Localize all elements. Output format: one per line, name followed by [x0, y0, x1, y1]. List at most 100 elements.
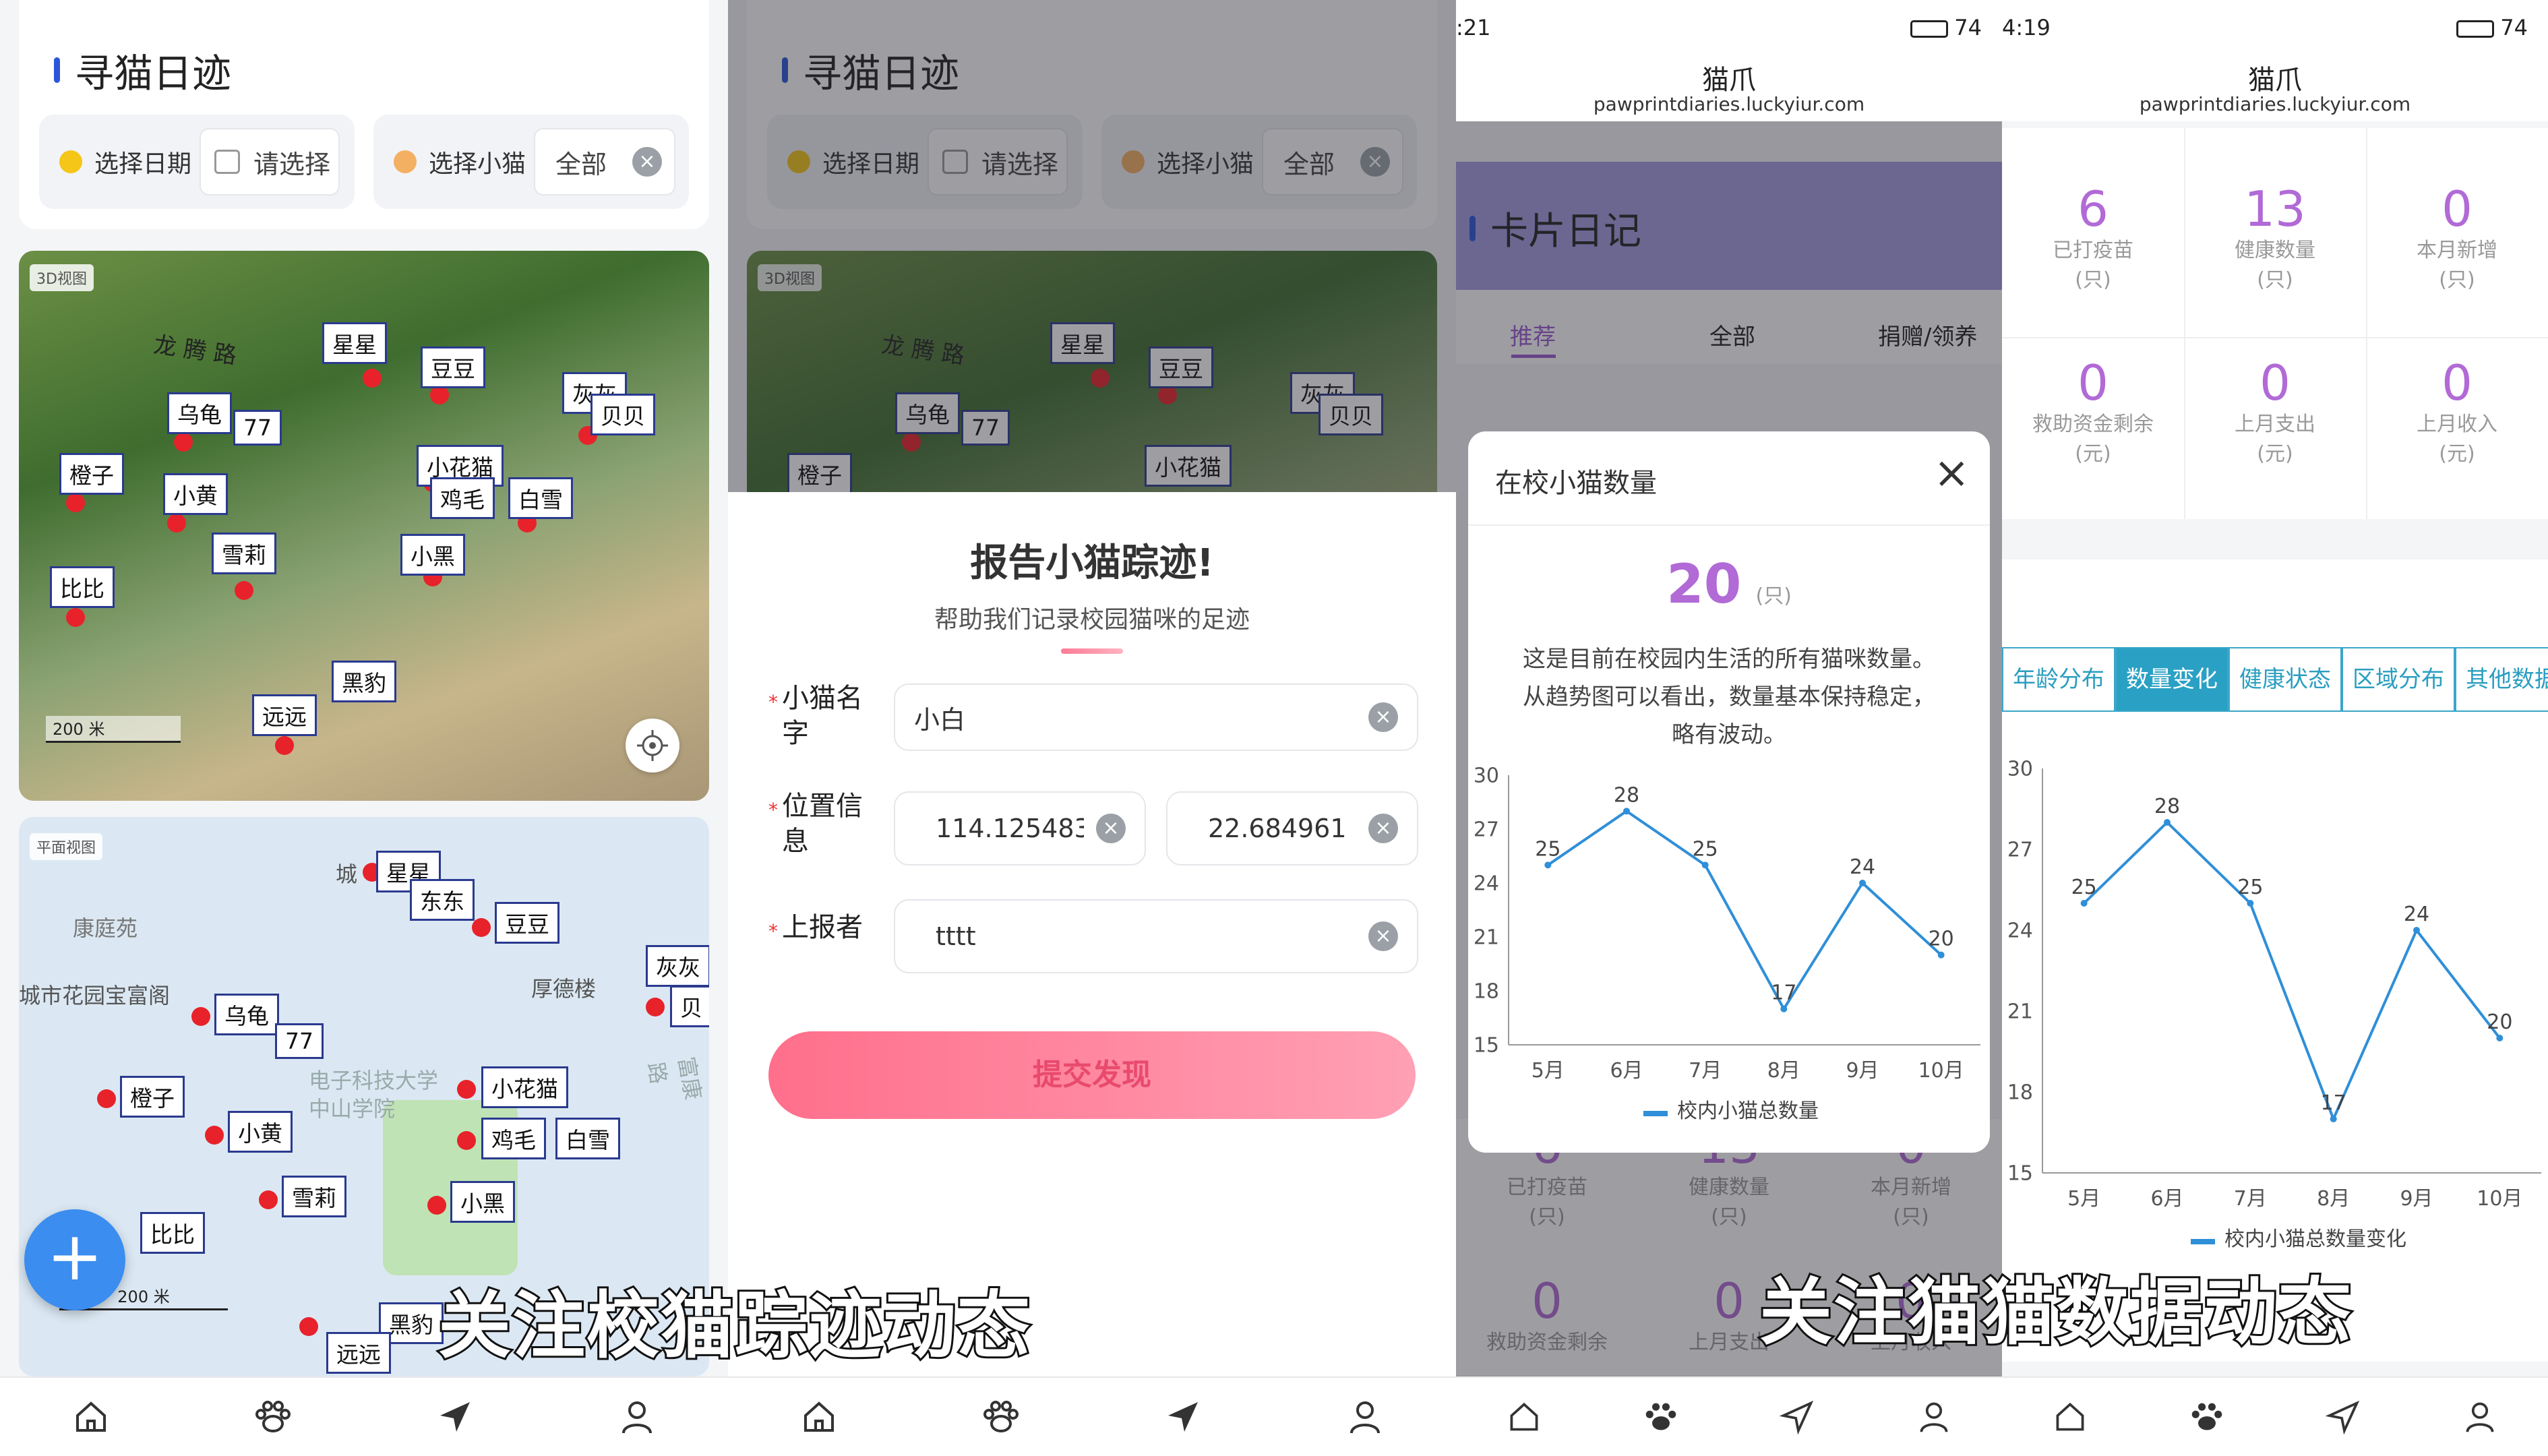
cat-marker[interactable]	[472, 918, 491, 937]
cat-marker[interactable]	[66, 608, 85, 627]
send-icon[interactable]	[435, 1397, 475, 1437]
data-label: 28	[2154, 795, 2180, 818]
cat-marker[interactable]	[275, 736, 294, 755]
cat-label[interactable]: 远远	[326, 1332, 391, 1374]
cat-label[interactable]: 橙子	[59, 453, 124, 495]
cat-marker[interactable]	[427, 1196, 446, 1215]
cat-label[interactable]: 鸡毛	[430, 477, 495, 519]
home-icon[interactable]	[71, 1397, 111, 1437]
cat-marker[interactable]	[191, 1007, 210, 1026]
series-line	[2083, 820, 2501, 1123]
tab-health[interactable]: 健康状态	[2228, 647, 2342, 712]
tab-other[interactable]: 其他数据	[2455, 647, 2548, 712]
cat-label[interactable]: 白雪	[555, 1118, 620, 1159]
cat-marker[interactable]	[646, 998, 665, 1017]
map-3d-view[interactable]: 3D视图 龙 腾 路 星星 豆豆 乌龟 77 灰灰 贝贝 橙子 小黄 小花猫 鸡…	[19, 251, 709, 801]
reporter-label: * 上报者	[768, 912, 863, 943]
bottom-tab-bar	[1456, 1376, 2002, 1456]
cat-label[interactable]: 白雪	[508, 477, 573, 519]
cat-label[interactable]: 小黑	[400, 534, 465, 576]
clear-icon[interactable]: ×	[1368, 921, 1398, 951]
cat-label[interactable]: 77	[233, 410, 282, 446]
submit-button[interactable]: 提交发现	[768, 1031, 1416, 1119]
cat-label[interactable]: 雪莉	[282, 1176, 346, 1217]
grid-line	[2366, 128, 2367, 519]
cat-label[interactable]: 小黄	[163, 473, 228, 515]
cat-label[interactable]: 贝贝	[590, 394, 655, 435]
send-icon[interactable]	[2323, 1397, 2363, 1437]
cat-label[interactable]: 77	[275, 1023, 324, 1059]
paw-icon[interactable]	[981, 1397, 1021, 1437]
close-icon[interactable]: ×	[1933, 452, 1970, 495]
cat-label[interactable]: 黑豹	[332, 661, 396, 702]
stats-chart-screen: 4:19 74 猫爪 pawprintdiaries.luckyiur.com …	[2002, 0, 2548, 1456]
clock-icon	[59, 150, 82, 173]
cat-label[interactable]: 雪莉	[212, 533, 276, 574]
cat-marker[interactable]	[363, 369, 382, 388]
name-input[interactable]: 小白 ×	[894, 684, 1418, 751]
date-select[interactable]: 请选择	[200, 128, 340, 195]
cat-select[interactable]: 全部 ×	[534, 128, 675, 195]
data-label: 20	[2487, 1010, 2512, 1034]
cat-label[interactable]: 豆豆	[495, 902, 559, 944]
x-tick-label: 10月	[1918, 1059, 1964, 1083]
battery-text: 74	[2500, 15, 2528, 40]
reporter-input[interactable]: tttt ×	[894, 899, 1418, 973]
home-icon[interactable]	[799, 1397, 839, 1437]
latitude-input[interactable]: 22.684961 ×	[1166, 791, 1418, 866]
cat-label[interactable]: 比比	[50, 566, 115, 608]
cat-label[interactable]: 小花猫	[481, 1066, 568, 1108]
paw-icon[interactable]	[1641, 1397, 1681, 1437]
clear-icon[interactable]: ×	[1368, 702, 1398, 732]
cat-label[interactable]: 远远	[252, 694, 317, 736]
cat-marker[interactable]	[235, 581, 253, 600]
paw-icon[interactable]	[253, 1397, 293, 1437]
cat-marker[interactable]	[457, 1080, 476, 1099]
cat-marker[interactable]	[97, 1089, 116, 1108]
send-icon[interactable]	[1777, 1397, 1817, 1437]
cat-label[interactable]: 乌龟	[214, 994, 279, 1035]
cat-marker[interactable]	[430, 386, 449, 404]
cat-marker[interactable]	[457, 1131, 476, 1150]
cat-label[interactable]: 豆豆	[421, 346, 485, 388]
longitude-input[interactable]: 114.125483 ×	[894, 791, 1146, 866]
cat-label[interactable]: 东东	[410, 879, 475, 921]
user-icon[interactable]	[2460, 1397, 2500, 1437]
cat-label[interactable]: 星星	[322, 322, 387, 364]
cat-label[interactable]: 橙子	[120, 1076, 185, 1118]
tab-count-change[interactable]: 数量变化	[2115, 647, 2228, 712]
clear-icon[interactable]: ×	[1096, 814, 1126, 843]
tab-age[interactable]: 年龄分布	[2002, 647, 2115, 712]
cat-marker[interactable]	[66, 493, 85, 512]
caption-right: 关注猫猫数据动态	[1757, 1269, 2353, 1357]
page-title: 寻猫日迹	[54, 42, 231, 98]
user-icon[interactable]	[617, 1397, 657, 1437]
clear-icon[interactable]: ×	[632, 147, 662, 177]
cat-marker[interactable]	[299, 1317, 318, 1336]
paw-icon[interactable]	[2187, 1397, 2227, 1437]
cat-label[interactable]: 小黄	[228, 1111, 293, 1153]
x-tick-label: 5月	[1531, 1059, 1565, 1083]
modal-backdrop[interactable]	[728, 0, 1456, 492]
locate-button[interactable]	[626, 719, 679, 772]
cat-marker[interactable]	[174, 433, 193, 452]
cat-label[interactable]: 灰灰	[646, 945, 709, 987]
cat-marker[interactable]	[205, 1126, 224, 1145]
clear-icon[interactable]: ×	[1368, 814, 1398, 843]
add-button[interactable]: +	[24, 1209, 125, 1310]
cat-label[interactable]: 小黑	[450, 1181, 515, 1223]
send-icon[interactable]	[1163, 1397, 1203, 1437]
cat-label[interactable]: 乌龟	[167, 392, 232, 434]
line-chart: 15 18 21 24 27 30 5月 6月 7月 8月 9月 10月 25 28 25 17 24 20 校内小…	[1474, 764, 1980, 1123]
home-icon[interactable]	[2050, 1397, 2090, 1437]
tab-region[interactable]: 区域分布	[2342, 647, 2455, 712]
cat-marker[interactable]	[167, 514, 186, 533]
cat-marker[interactable]	[259, 1190, 278, 1209]
cat-label[interactable]: 贝	[670, 985, 709, 1027]
user-icon[interactable]	[1914, 1397, 1954, 1437]
cat-label[interactable]: 比比	[140, 1212, 205, 1254]
user-icon[interactable]	[1345, 1397, 1385, 1437]
home-icon[interactable]	[1504, 1397, 1544, 1437]
cat-label[interactable]: 鸡毛	[481, 1118, 546, 1159]
place-label: 富康路	[642, 1054, 706, 1102]
